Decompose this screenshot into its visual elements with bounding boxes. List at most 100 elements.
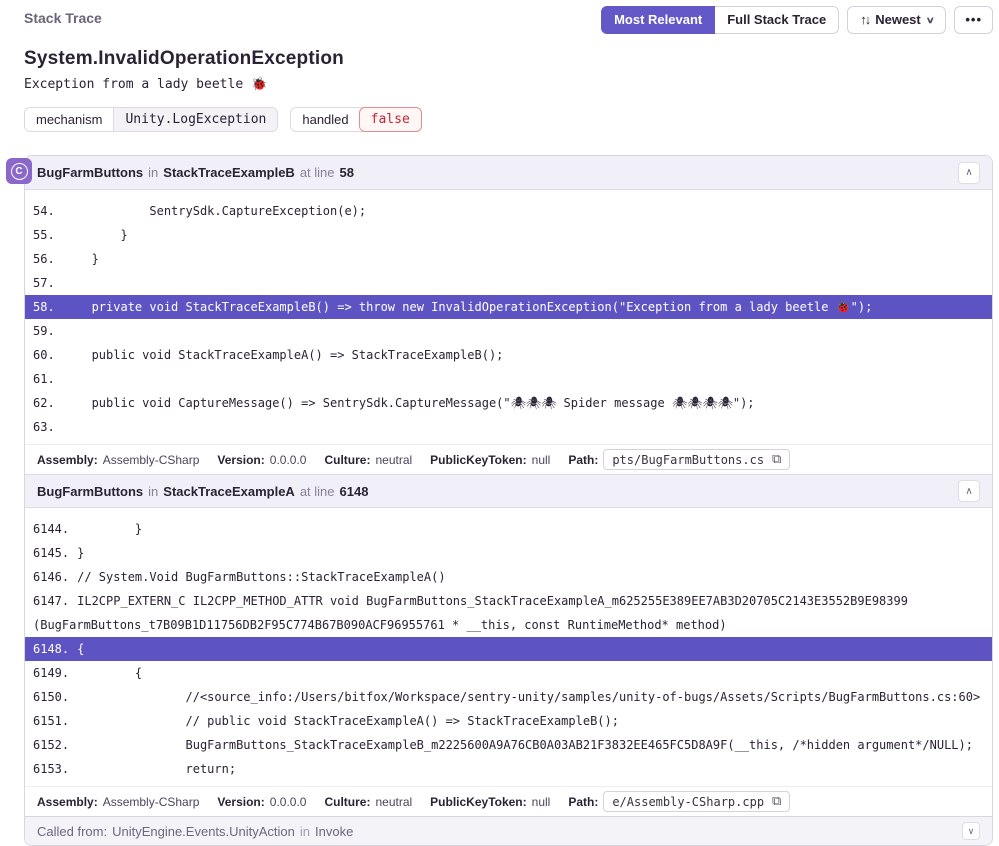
toolbar-controls: Most Relevant Full Stack Trace ↑↓ Newest… [601, 6, 993, 34]
code-text: return; [77, 762, 236, 776]
line-number: 6145. [33, 546, 69, 560]
culture-value: neutral [375, 795, 412, 809]
in-label: in [300, 824, 310, 839]
code-text: } [77, 522, 142, 536]
code-text: public void StackTraceExampleA() => Stac… [63, 348, 504, 362]
assembly-name: Assembly-CSharp [103, 453, 200, 467]
code-line: 61. [25, 367, 992, 391]
version-label: Version: [217, 795, 264, 809]
code-text: IL2CPP_EXTERN_C IL2CPP_METHOD_ATTR void … [77, 594, 908, 608]
code-line-highlighted: 58. private void StackTraceExampleB() =>… [25, 295, 992, 319]
code-text: private void StackTraceExampleB() => thr… [63, 300, 873, 314]
code-line: 6150. //<source_info:/Users/bitfox/Works… [25, 685, 992, 709]
code-text: // public void StackTraceExampleA() => S… [77, 714, 619, 728]
code-text: } [63, 252, 99, 266]
code-line: 55. } [25, 223, 992, 247]
sort-arrows-icon: ↑↓ [860, 12, 869, 28]
path-box: e/Assembly-CSharp.cpp ⧉ [603, 791, 790, 812]
full-stack-trace-button[interactable]: Full Stack Trace [715, 6, 839, 34]
frame-atline-label: at line [300, 484, 335, 499]
code-line-wrap: (BugFarmButtons_t7B09B1D11756DB2F95C774B… [25, 613, 992, 637]
tag-list: mechanism Unity.LogException handled fal… [24, 107, 993, 132]
collapse-frame-button[interactable]: ∧ [958, 162, 980, 184]
code-line: 6145.} [25, 541, 992, 565]
exception-type-title: System.InvalidOperationException [24, 48, 993, 70]
frame-module: BugFarmButtons [37, 484, 143, 499]
assembly-name: Assembly-CSharp [103, 795, 200, 809]
frame-header-stacktraceexamplea[interactable]: BugFarmButtons in StackTraceExampleA at … [25, 474, 992, 508]
sort-newest-button[interactable]: ↑↓ Newest ∨ [847, 6, 946, 34]
code-line: 54. SentrySdk.CaptureException(e); [25, 199, 992, 223]
line-number: 62. [33, 396, 55, 410]
code-text: SentrySdk.CaptureException(e); [63, 204, 366, 218]
assembly-label: Assembly: [37, 795, 98, 809]
tag-mechanism[interactable]: mechanism Unity.LogException [24, 107, 278, 132]
culture-label: Culture: [324, 453, 370, 467]
culture-value: neutral [375, 453, 412, 467]
line-number: 6149. [33, 666, 69, 680]
path-label: Path: [568, 453, 598, 467]
version-label: Version: [217, 453, 264, 467]
frame-module: BugFarmButtons [37, 165, 143, 180]
version-value: 0.0.0.0 [270, 795, 307, 809]
code-line: 6149. { [25, 661, 992, 685]
csharp-platform-icon: C [6, 158, 32, 184]
most-relevant-button[interactable]: Most Relevant [601, 6, 715, 34]
path-label: Path: [568, 795, 598, 809]
code-line: 6147.IL2CPP_EXTERN_C IL2CPP_METHOD_ATTR … [25, 589, 992, 613]
publickeytoken-value: null [532, 795, 551, 809]
caller-function: Invoke [315, 824, 353, 839]
line-number: 6146. [33, 570, 69, 584]
code-line: 62. public void CaptureMessage() => Sent… [25, 391, 992, 415]
copy-icon[interactable]: ⧉ [772, 452, 781, 467]
assembly-info-row: Assembly: Assembly-CSharp Version: 0.0.0.0… [25, 444, 992, 474]
frame-in-label: in [148, 165, 158, 180]
frame-function: StackTraceExampleA [163, 484, 295, 499]
line-number: 6153. [33, 762, 69, 776]
expand-caller-button[interactable]: ∨ [962, 822, 980, 840]
more-options-button[interactable]: ••• [954, 6, 993, 34]
version-value: 0.0.0.0 [270, 453, 307, 467]
path-value: pts/BugFarmButtons.cs [612, 453, 764, 467]
publickeytoken-value: null [532, 453, 551, 467]
tag-key: mechanism [25, 108, 113, 131]
line-number: 58. [33, 300, 55, 314]
culture-label: Culture: [324, 795, 370, 809]
line-number: 57. [33, 276, 55, 290]
line-number: 63. [33, 420, 55, 434]
caller-name: UnityEngine.Events.UnityAction [112, 824, 295, 839]
tag-handled[interactable]: handled false [290, 107, 421, 132]
view-toggle: Most Relevant Full Stack Trace [601, 6, 839, 34]
copy-icon[interactable]: ⧉ [772, 794, 781, 809]
line-number: 6151. [33, 714, 69, 728]
section-title: Stack Trace [24, 6, 102, 26]
assembly-label: Assembly: [37, 453, 98, 467]
line-number: 54. [33, 204, 55, 218]
code-line: 57. [25, 271, 992, 295]
frame-in-label: in [148, 484, 158, 499]
exception-message: Exception from a lady beetle 🐞 [24, 77, 993, 92]
tag-value: Unity.LogException [113, 108, 277, 131]
frame-line-number: 58 [340, 165, 354, 180]
code-line: 6144. } [25, 517, 992, 541]
code-line: 6146. // System.Void BugFarmButtons::Stac… [25, 565, 992, 589]
frame-function: StackTraceExampleB [163, 165, 295, 180]
stack-trace-toolbar: Stack Trace Most Relevant Full Stack Tra… [24, 6, 993, 36]
tag-value-error: false [359, 107, 422, 132]
frame-atline-label: at line [300, 165, 335, 180]
line-number: 6144. [33, 522, 69, 536]
collapse-frame-button[interactable]: ∧ [958, 480, 980, 502]
code-text: { [77, 666, 142, 680]
code-line: 63. [25, 415, 992, 439]
code-text: // System.Void BugFarmButtons::StackTrac… [77, 570, 445, 584]
code-text: { [77, 642, 84, 656]
code-line: 6152. BugFarmButtons_StackTraceExampleB_… [25, 733, 992, 757]
frame-code-block: 54. SentrySdk.CaptureException(e); 55. }… [25, 190, 992, 444]
code-line: 6151. // public void StackTraceExampleA(… [25, 709, 992, 733]
frame-header-stacktraceexampleb[interactable]: BugFarmButtons in StackTraceExampleB at … [25, 156, 992, 190]
line-number: 6148. [33, 642, 69, 656]
sort-label: Newest [875, 12, 921, 28]
line-number: 60. [33, 348, 55, 362]
tag-key: handled [291, 108, 359, 131]
line-number: 61. [33, 372, 55, 386]
